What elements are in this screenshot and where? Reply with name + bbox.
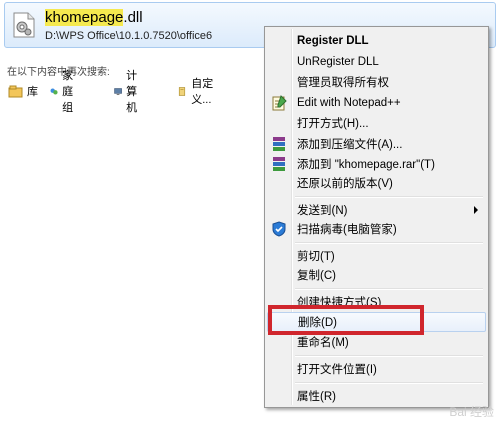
highlight-annotation-box xyxy=(268,305,424,335)
location-label: 计算机 xyxy=(126,70,138,114)
location-custom[interactable]: 自定义... xyxy=(178,78,217,106)
menu-item-label: 添加到 "khomepage.rar"(T) xyxy=(297,159,435,171)
menu-item-label: Edit with Notepad++ xyxy=(297,97,401,109)
menu-item-add-to-archive[interactable]: 添加到压缩文件(A)... xyxy=(267,134,486,154)
menu-item-scan-virus[interactable]: 扫描病毒(电脑管家) xyxy=(267,219,486,239)
submenu-arrow-icon xyxy=(474,206,478,214)
location-label: 库 xyxy=(27,86,38,98)
context-menu: Register DLL UnRegister DLL 管理员取得所有权 Edi… xyxy=(264,26,489,408)
file-name-match: khomepage xyxy=(45,9,124,26)
menu-item-rename[interactable]: 重命名(M) xyxy=(267,332,486,352)
search-again-label: 在以下内容中再次搜索: xyxy=(7,67,110,78)
menu-item-unregister-dll[interactable]: UnRegister DLL xyxy=(267,52,486,72)
menu-item-restore-versions[interactable]: 还原以前的版本(V) xyxy=(267,173,486,193)
menu-item-label: 扫描病毒(电脑管家) xyxy=(297,224,397,236)
menu-item-label: 复制(C) xyxy=(297,270,336,282)
custom-folder-icon xyxy=(178,86,186,96)
menu-separator xyxy=(295,355,483,357)
location-label: 自定义... xyxy=(191,78,214,106)
menu-item-label: 属性(R) xyxy=(297,391,336,403)
menu-separator xyxy=(295,242,483,244)
menu-item-label: 发送到(N) xyxy=(297,205,348,217)
menu-item-take-ownership[interactable]: 管理员取得所有权 xyxy=(267,72,486,92)
file-path: D:\WPS Office\10.1.0.7520\office6 xyxy=(45,30,213,42)
menu-item-label: 管理员取得所有权 xyxy=(297,77,389,89)
winrar-icon xyxy=(273,157,285,171)
menu-item-label: 添加到压缩文件(A)... xyxy=(297,139,403,151)
menu-separator xyxy=(295,382,483,384)
menu-item-open-with[interactable]: 打开方式(H)... xyxy=(267,113,486,133)
file-name-ext: .dll xyxy=(123,9,143,26)
homegroup-icon xyxy=(50,88,58,94)
menu-item-copy[interactable]: 复制(C) xyxy=(267,265,486,285)
computer-icon xyxy=(114,87,122,95)
menu-item-register-dll[interactable]: Register DLL xyxy=(267,31,486,51)
menu-separator xyxy=(295,196,483,198)
dll-file-icon xyxy=(13,12,35,38)
menu-separator xyxy=(295,288,483,290)
location-label: 家庭组 xyxy=(62,70,74,114)
menu-item-label: UnRegister DLL xyxy=(297,56,379,68)
menu-item-cut[interactable]: 剪切(T) xyxy=(267,246,486,266)
menu-item-label: 重命名(M) xyxy=(297,337,349,349)
menu-item-edit-notepad[interactable]: Edit with Notepad++ xyxy=(267,93,486,113)
winrar-icon xyxy=(273,137,285,151)
menu-item-open-location[interactable]: 打开文件位置(I) xyxy=(267,359,486,379)
location-homegroup[interactable]: 家庭组 xyxy=(50,70,80,114)
library-icon xyxy=(8,85,23,97)
menu-item-label: Register DLL xyxy=(297,35,369,47)
menu-item-send-to[interactable]: 发送到(N) xyxy=(267,200,486,220)
menu-item-label: 还原以前的版本(V) xyxy=(297,178,393,190)
shield-icon xyxy=(272,221,286,237)
file-name: khomepage.dll xyxy=(45,9,143,27)
location-library[interactable]: 库 xyxy=(8,82,38,100)
watermark: Bai 经验 xyxy=(449,405,494,419)
location-computer[interactable]: 计算机 xyxy=(114,70,144,114)
menu-item-add-to-rar[interactable]: 添加到 "khomepage.rar"(T) xyxy=(267,154,486,174)
menu-item-label: 打开方式(H)... xyxy=(297,118,369,130)
notepad-icon xyxy=(272,95,287,111)
menu-item-label: 剪切(T) xyxy=(297,251,335,263)
menu-item-label: 打开文件位置(I) xyxy=(297,364,377,376)
